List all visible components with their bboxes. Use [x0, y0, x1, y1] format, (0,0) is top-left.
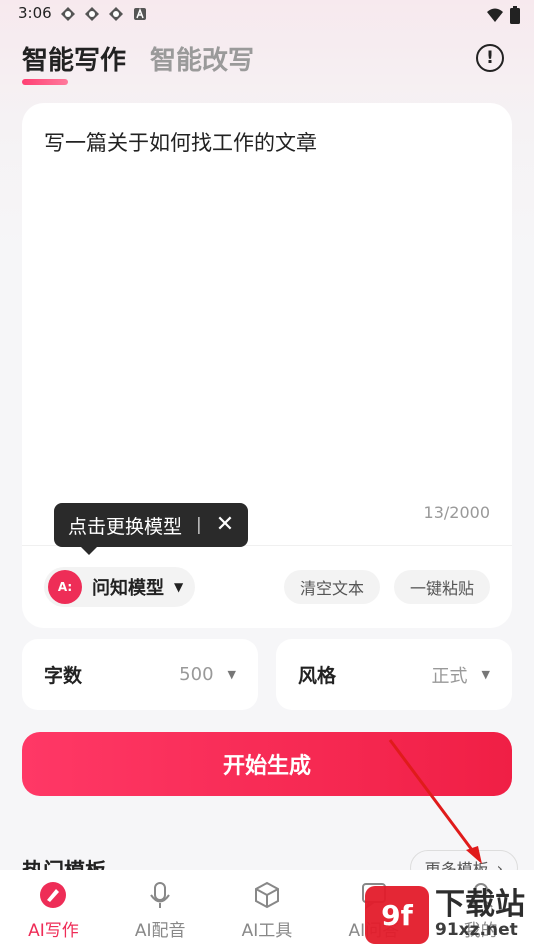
annotation-arrow [388, 739, 482, 864]
